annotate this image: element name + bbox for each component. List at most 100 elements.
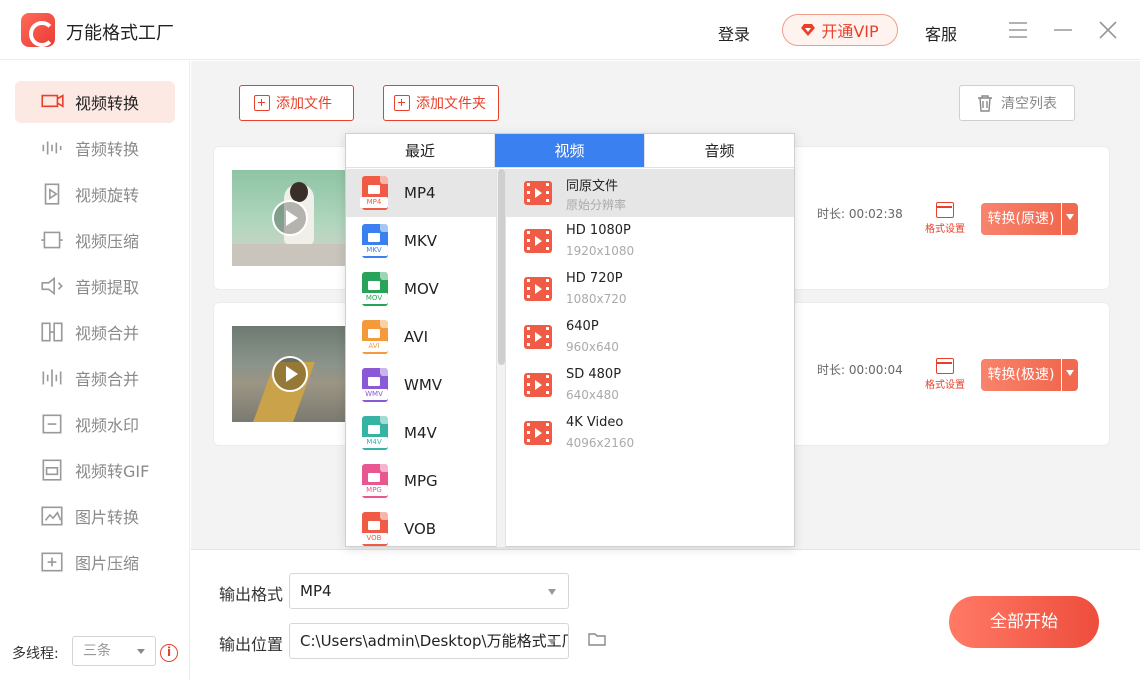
clear-list-button[interactable]: 清空列表 xyxy=(959,85,1075,121)
format-settings-button[interactable]: 格式设置 xyxy=(923,358,967,391)
info-icon[interactable]: i xyxy=(160,644,178,662)
resolution-item[interactable]: SD 480P 640x480 xyxy=(506,361,794,409)
format-settings-label: 格式设置 xyxy=(925,224,965,235)
gif-icon xyxy=(42,459,62,481)
add-folder-label: 添加文件夹 xyxy=(416,96,486,112)
sidebar-item-11[interactable]: 图片压缩 xyxy=(15,541,175,583)
format-item[interactable]: MOV MOV xyxy=(346,265,496,313)
format-name: WMV xyxy=(404,376,443,394)
add-file-label: 添加文件 xyxy=(276,96,332,112)
resolution-item[interactable]: 640P 960x640 xyxy=(506,313,794,361)
sidebar-item-6[interactable]: 视频合并 xyxy=(15,311,175,353)
film-icon xyxy=(524,421,552,445)
add-file-button[interactable]: 添加文件 xyxy=(239,85,354,121)
format-item[interactable]: WMV WMV xyxy=(346,361,496,409)
format-item[interactable]: M4V M4V xyxy=(346,409,496,457)
add-file-icon xyxy=(254,95,270,111)
resolution-size: 4096x2160 xyxy=(566,436,635,450)
sidebar-item-4[interactable]: 视频压缩 xyxy=(15,219,175,261)
format-item[interactable]: MPG MPG xyxy=(346,457,496,505)
resolution-item[interactable]: 4K Video 4096x2160 xyxy=(506,409,794,457)
resolution-item[interactable]: HD 720P 1080x720 xyxy=(506,265,794,313)
sidebar-item-9[interactable]: 视频转GIF xyxy=(15,449,175,491)
sidebar-item-label: 视频压缩 xyxy=(75,232,140,251)
close-icon[interactable] xyxy=(1096,18,1120,42)
format-name: MP4 xyxy=(404,184,436,202)
format-settings-icon xyxy=(936,202,954,218)
sidebar-item-8[interactable]: 视频水印 xyxy=(15,403,175,445)
video-thumbnail[interactable] xyxy=(232,170,350,266)
video-file-icon: MP4 xyxy=(360,176,390,210)
minimize-icon[interactable] xyxy=(1051,18,1075,42)
image-convert-icon xyxy=(41,506,63,526)
folder-icon[interactable] xyxy=(588,632,606,646)
add-folder-button[interactable]: 添加文件夹 xyxy=(383,85,499,121)
sidebar-item-10[interactable]: 图片转换 xyxy=(15,495,175,537)
video-file-icon: MKV xyxy=(360,224,390,258)
resolution-size: 1920x1080 xyxy=(566,244,635,258)
resolution-name: HD 1080P xyxy=(566,223,631,238)
sidebar-item-7[interactable]: 音频合并 xyxy=(15,357,175,399)
format-list-scrollbar[interactable] xyxy=(496,169,506,547)
sidebar-item-1[interactable]: 视频转换 xyxy=(15,81,175,123)
format-dropdown-popup: 最近 视频 音频 MP4 MP4 MKV MKV MOV MOV AVI AVI WMV WMV M… xyxy=(345,133,795,547)
convert-dropdown-icon[interactable] xyxy=(1062,359,1078,391)
output-format-select[interactable]: MP4 xyxy=(289,573,569,609)
app-title: 万能格式工厂 xyxy=(66,23,174,44)
menu-icon[interactable] xyxy=(1006,18,1030,42)
sidebar-item-label: 视频转换 xyxy=(75,94,140,113)
resolution-item[interactable]: HD 1080P 1920x1080 xyxy=(506,217,794,265)
format-settings-button[interactable]: 格式设置 xyxy=(923,202,967,235)
format-settings-label: 格式设置 xyxy=(925,380,965,391)
sidebar-item-label: 视频旋转 xyxy=(75,186,140,205)
resolution-item[interactable]: 同原文件 原始分辨率 xyxy=(506,169,794,217)
format-item[interactable]: MP4 MP4 xyxy=(346,169,496,217)
threads-label: 多线程: xyxy=(12,646,59,662)
format-name: VOB xyxy=(404,520,437,538)
output-format-label: 输出格式 xyxy=(219,585,284,604)
diamond-icon xyxy=(801,24,816,36)
play-icon[interactable] xyxy=(272,356,308,392)
format-item[interactable]: MKV MKV xyxy=(346,217,496,265)
video-file-icon: WMV xyxy=(360,368,390,402)
resolution-name: HD 720P xyxy=(566,271,623,286)
vip-button[interactable]: 开通VIP xyxy=(782,14,898,46)
video-file-icon: M4V xyxy=(360,416,390,450)
output-location-select[interactable]: C:\Users\admin\Desktop\万能格式工厂 xyxy=(289,623,569,659)
resolution-size: 1080x720 xyxy=(566,292,627,306)
film-icon xyxy=(524,181,552,205)
threads-select[interactable]: 三条 xyxy=(72,636,156,666)
sidebar: 视频转换音频转换视频旋转视频压缩音频提取 视频合并 音频合并视频水印视频转GIF 图片… xyxy=(0,61,190,680)
format-item[interactable]: VOB VOB xyxy=(346,505,496,547)
output-panel: 输出格式 MP4 输出位置 C:\Users\admin\Desktop\万能格… xyxy=(191,549,1140,680)
login-link[interactable]: 登录 xyxy=(718,21,750,45)
tab-video[interactable]: 视频 xyxy=(495,134,644,167)
play-icon[interactable] xyxy=(272,200,308,236)
resolution-name: 同原文件 xyxy=(566,179,619,194)
video-thumbnail[interactable] xyxy=(232,326,350,422)
customer-service-link[interactable]: 客服 xyxy=(925,21,957,45)
resolution-list: 同原文件 原始分辨率 HD 1080P 1920x1080 HD 720P 1080x72… xyxy=(506,169,794,547)
convert-button[interactable]: 转换(极速) xyxy=(981,359,1061,391)
duration: 时长: 00:00:04 xyxy=(817,363,903,377)
video-rotate-icon xyxy=(44,183,60,205)
start-all-button[interactable]: 全部开始 xyxy=(949,596,1099,648)
image-compress-icon xyxy=(41,552,63,572)
tab-audio[interactable]: 音频 xyxy=(644,134,794,167)
convert-dropdown-icon[interactable] xyxy=(1062,203,1078,235)
tab-recent[interactable]: 最近 xyxy=(346,134,495,167)
video-convert-icon xyxy=(41,94,64,108)
sidebar-item-5[interactable]: 音频提取 xyxy=(15,265,175,307)
sidebar-item-label: 视频水印 xyxy=(75,416,140,435)
sidebar-item-label: 视频转GIF xyxy=(75,462,150,481)
format-item[interactable]: AVI AVI xyxy=(346,313,496,361)
scrollbar-thumb[interactable] xyxy=(498,169,505,365)
convert-button[interactable]: 转换(原速) xyxy=(981,203,1061,235)
sidebar-item-2[interactable]: 音频转换 xyxy=(15,127,175,169)
audio-convert-icon xyxy=(42,141,62,155)
duration: 时长: 00:02:38 xyxy=(817,207,903,221)
film-icon xyxy=(524,277,552,301)
trash-icon xyxy=(978,94,992,112)
video-merge-icon xyxy=(41,322,63,342)
sidebar-item-3[interactable]: 视频旋转 xyxy=(15,173,175,215)
